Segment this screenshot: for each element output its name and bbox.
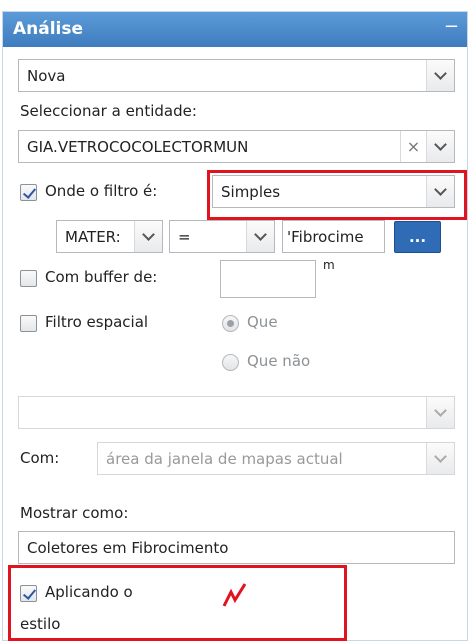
chevron-down-icon <box>426 443 454 474</box>
show-as-value: Coletores em Fibrocimento <box>27 539 229 557</box>
entity-select[interactable]: GIA.VETROCOCOLECTORMUN × <box>18 130 455 163</box>
collapse-icon[interactable]: − <box>444 16 459 37</box>
filter-type-select[interactable]: Simples <box>212 175 455 208</box>
with-select[interactable]: área da janela de mapas actual <box>97 442 455 475</box>
entity-select-value: GIA.VETROCOCOLECTORMUN <box>27 138 249 156</box>
chevron-down-icon <box>426 176 454 207</box>
mode-select-value: Nova <box>27 67 66 85</box>
apply-style-label-continued: estilo <box>20 615 61 633</box>
mode-select[interactable]: Nova <box>18 59 455 92</box>
filter-field-value: MATER: <box>65 228 121 246</box>
filter-value-input[interactable]: 'Fibrocime <box>282 220 385 253</box>
clear-icon[interactable]: × <box>400 131 426 162</box>
spatial-relation-select[interactable] <box>18 396 455 429</box>
panel-title: Análise <box>13 19 84 39</box>
panel-header: Análise − <box>3 12 467 47</box>
apply-style-checkbox[interactable] <box>20 585 37 602</box>
filter-type-value: Simples <box>221 183 281 201</box>
show-as-label: Mostrar como: <box>20 504 129 522</box>
buffer-unit: m <box>323 258 335 272</box>
filter-operator-value: = <box>178 228 191 246</box>
chevron-down-icon <box>246 221 274 252</box>
entity-label: Seleccionar a entidade: <box>20 102 197 120</box>
with-label: Com: <box>20 449 60 467</box>
filter-checkbox-label: Onde o filtro é: <box>45 182 158 200</box>
spatial-radio-que[interactable] <box>222 315 239 332</box>
buffer-label: Com buffer de: <box>45 268 158 286</box>
analysis-panel: Análise − Nova Seleccionar a entidade: G… <box>2 11 468 641</box>
with-select-value: área da janela de mapas actual <box>106 450 343 468</box>
spatial-radio-que-nao-label: Que não <box>247 352 311 370</box>
spatial-radio-que-nao[interactable] <box>222 354 239 371</box>
spatial-filter-label: Filtro espacial <box>45 313 149 331</box>
filter-value-text: 'Fibrocime <box>287 228 364 246</box>
show-as-input[interactable]: Coletores em Fibrocimento <box>18 531 455 564</box>
apply-style-label: Aplicando o <box>45 583 133 601</box>
spatial-radio-que-label: Que <box>247 313 278 331</box>
chevron-down-icon <box>426 397 454 428</box>
filter-value-picker-button[interactable]: ... <box>394 221 441 253</box>
chevron-down-icon <box>426 131 454 162</box>
buffer-checkbox[interactable] <box>20 270 37 287</box>
buffer-input[interactable] <box>220 260 316 298</box>
filter-operator-select[interactable]: = <box>169 220 275 253</box>
chevron-down-icon <box>134 221 162 252</box>
filter-checkbox[interactable] <box>20 184 37 201</box>
spatial-filter-checkbox[interactable] <box>20 315 37 332</box>
style-preview-line-icon <box>222 583 247 607</box>
chevron-down-icon <box>426 60 454 91</box>
filter-field-select[interactable]: MATER: <box>56 220 163 253</box>
